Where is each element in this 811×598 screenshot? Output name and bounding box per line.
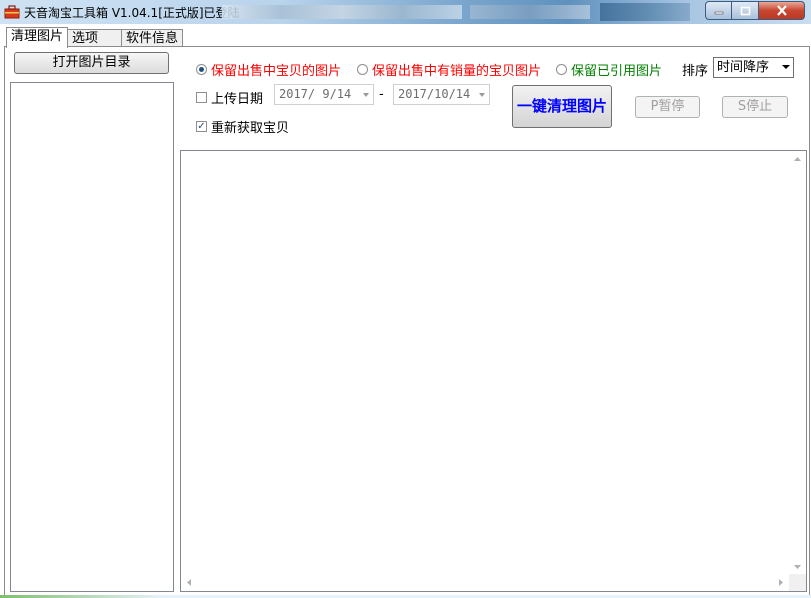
- directory-list[interactable]: [10, 82, 174, 592]
- radio-keep-sold-label: 保留出售中有销量的宝贝图片: [372, 64, 542, 79]
- upload-date-checkbox[interactable]: 上传日期: [196, 88, 263, 107]
- arrow-right-icon[interactable]: [772, 574, 789, 591]
- horizontal-scrollbar[interactable]: [181, 574, 789, 591]
- date-to-picker[interactable]: 2017/10/14: [393, 84, 490, 105]
- stop-button[interactable]: S停止: [722, 96, 788, 118]
- sort-label: 排序: [682, 64, 709, 79]
- tab-clean-images[interactable]: 清理图片: [6, 27, 69, 48]
- radio-keep-referenced[interactable]: 保留已引用图片: [556, 60, 662, 79]
- blurred-region: [600, 3, 690, 21]
- open-image-dir-button[interactable]: 打开图片目录: [14, 52, 169, 74]
- window-title: 天音淘宝工具箱 V1.04.1[正式版]已登陆: [24, 6, 240, 20]
- date-to-value: 2017/10/14: [398, 87, 471, 101]
- radio-button[interactable]: [357, 64, 368, 75]
- scroll-corner: [789, 574, 806, 591]
- blurred-region: [470, 5, 590, 19]
- date-from-value: 2017/ 9/14: [279, 87, 352, 101]
- pause-button[interactable]: P暂停: [635, 96, 700, 118]
- chevron-down-icon: [363, 93, 369, 97]
- radio-keep-sold[interactable]: 保留出售中有销量的宝贝图片: [357, 60, 541, 79]
- checkbox[interactable]: [196, 92, 207, 103]
- radio-button[interactable]: [556, 64, 567, 75]
- minimize-button[interactable]: [705, 1, 732, 20]
- radio-button[interactable]: [196, 64, 207, 75]
- radio-keep-referenced-label: 保留已引用图片: [571, 64, 663, 79]
- minimize-icon: [714, 11, 723, 14]
- arrow-left-icon[interactable]: [181, 574, 198, 591]
- close-icon: [776, 5, 787, 16]
- refetch-items-checkbox[interactable]: ✓ 重新获取宝贝: [196, 117, 289, 136]
- checkbox[interactable]: ✓: [196, 121, 207, 132]
- arrow-down-icon[interactable]: [789, 558, 806, 575]
- sort-select-value: 时间降序: [717, 60, 770, 75]
- blurred-region: [222, 5, 462, 19]
- date-separator: -: [379, 87, 384, 102]
- tab-strip: 清理图片 选项 软件信息: [6, 27, 184, 48]
- sort-select[interactable]: 时间降序: [713, 57, 794, 78]
- radio-keep-selling[interactable]: 保留出售中宝贝的图片: [196, 60, 341, 79]
- toolbox-icon: [4, 5, 20, 19]
- maximize-button[interactable]: [732, 1, 759, 20]
- log-area[interactable]: [180, 150, 807, 592]
- chevron-down-icon: [782, 65, 790, 69]
- close-button[interactable]: [759, 1, 805, 20]
- vertical-scrollbar[interactable]: [789, 151, 806, 575]
- one-click-clean-button[interactable]: 一键清理图片: [512, 85, 612, 128]
- chevron-down-icon: [479, 93, 485, 97]
- client-area: 清理图片 选项 软件信息 打开图片目录 保留出售中宝贝的图片 保留出售中有销量的…: [0, 24, 811, 598]
- maximize-icon: [740, 6, 750, 15]
- refetch-items-label: 重新获取宝贝: [211, 121, 290, 136]
- date-from-picker[interactable]: 2017/ 9/14: [274, 84, 374, 105]
- window-controls: [705, 1, 805, 20]
- radio-keep-selling-label: 保留出售中宝贝的图片: [211, 64, 342, 79]
- arrow-up-icon[interactable]: [789, 151, 806, 168]
- title-bar[interactable]: 天音淘宝工具箱 V1.04.1[正式版]已登陆: [0, 0, 811, 24]
- upload-date-label: 上传日期: [211, 92, 264, 107]
